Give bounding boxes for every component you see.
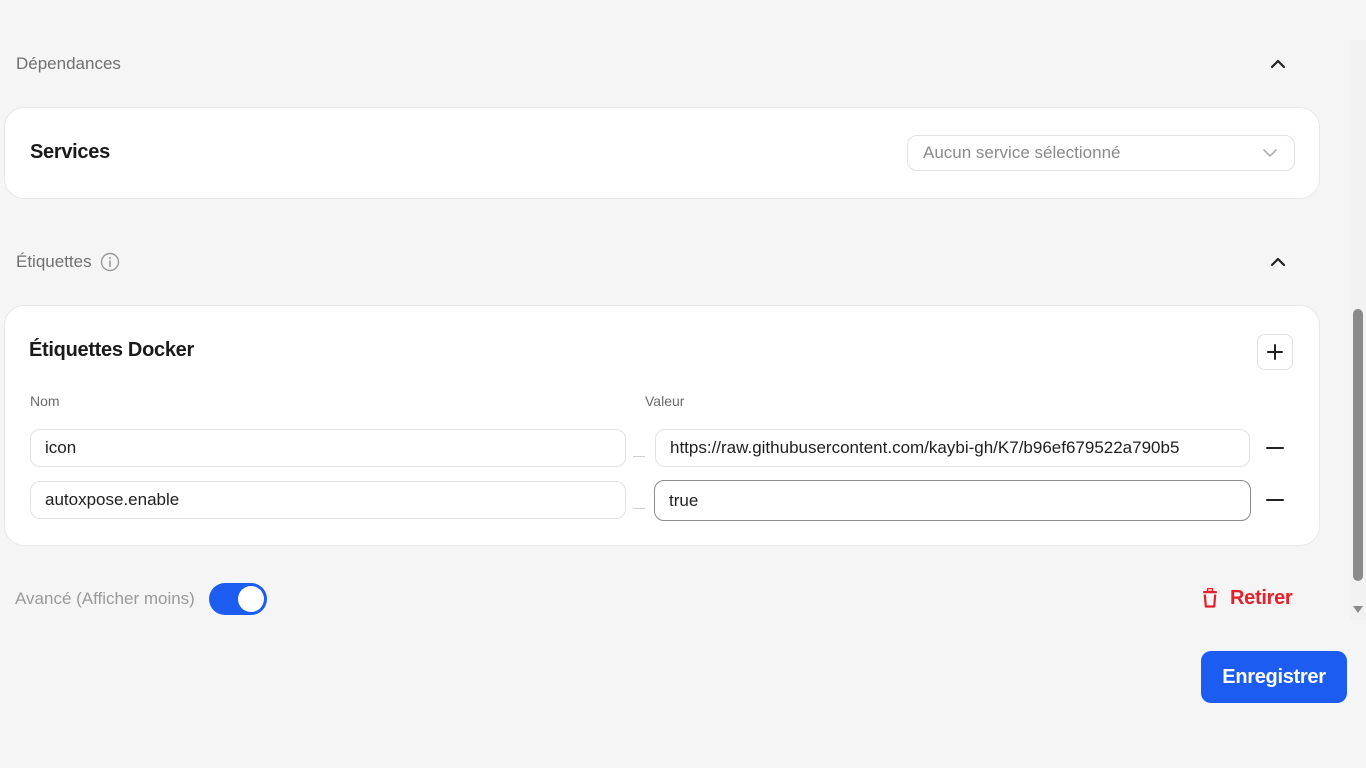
advanced-toggle-switch[interactable] (208, 583, 267, 615)
info-icon[interactable] (100, 252, 120, 272)
services-card: Services Aucun service sélectionné (4, 107, 1320, 199)
services-select[interactable]: Aucun service sélectionné (907, 135, 1295, 171)
chevron-up-icon (1270, 257, 1286, 267)
minus-icon (1266, 447, 1284, 449)
chevron-up-icon (1270, 59, 1286, 69)
labels-collapse-button[interactable] (1266, 250, 1290, 274)
services-select-value: Aucun service sélectionné (923, 143, 1121, 162)
label-value-input[interactable]: true (654, 480, 1251, 521)
labels-title-group: Étiquettes (16, 252, 120, 272)
services-title: Services (30, 141, 110, 163)
dependencies-header: Dépendances (16, 50, 1302, 78)
row-separator (633, 508, 645, 509)
plus-icon (1267, 344, 1283, 360)
add-label-button[interactable] (1257, 334, 1293, 370)
advanced-toggle-row: Avancé (Afficher moins) (15, 583, 267, 615)
remove-label-row-button[interactable] (1263, 438, 1287, 458)
chevron-down-icon (1263, 149, 1277, 157)
save-button[interactable]: Enregistrer (1201, 651, 1347, 703)
dependencies-collapse-button[interactable] (1266, 52, 1290, 76)
label-name-input[interactable]: autoxpose.enable (30, 481, 626, 519)
trash-icon (1203, 588, 1217, 608)
labels-header: Étiquettes (16, 248, 1302, 276)
row-separator (633, 456, 645, 457)
scroll-down-arrow-icon[interactable] (1353, 606, 1363, 613)
label-value-input[interactable]: https://raw.githubusercontent.com/kaybi-… (655, 429, 1250, 467)
scrollbar-thumb[interactable] (1353, 309, 1363, 581)
docker-labels-card: Étiquettes Docker Nom Valeur icon https:… (4, 305, 1320, 546)
label-name-input[interactable]: icon (30, 429, 626, 467)
column-label-name: Nom (30, 393, 60, 409)
minus-icon (1266, 499, 1284, 501)
advanced-toggle-label: Avancé (Afficher moins) (15, 589, 195, 608)
column-label-value: Valeur (645, 393, 685, 409)
docker-labels-title: Étiquettes Docker (29, 339, 194, 361)
toggle-knob (237, 586, 264, 612)
remove-button[interactable]: Retirer (1202, 584, 1293, 612)
remove-button-label: Retirer (1230, 586, 1293, 609)
labels-title: Étiquettes (16, 252, 92, 271)
dependencies-title: Dépendances (16, 54, 121, 73)
remove-label-row-button[interactable] (1263, 490, 1287, 510)
